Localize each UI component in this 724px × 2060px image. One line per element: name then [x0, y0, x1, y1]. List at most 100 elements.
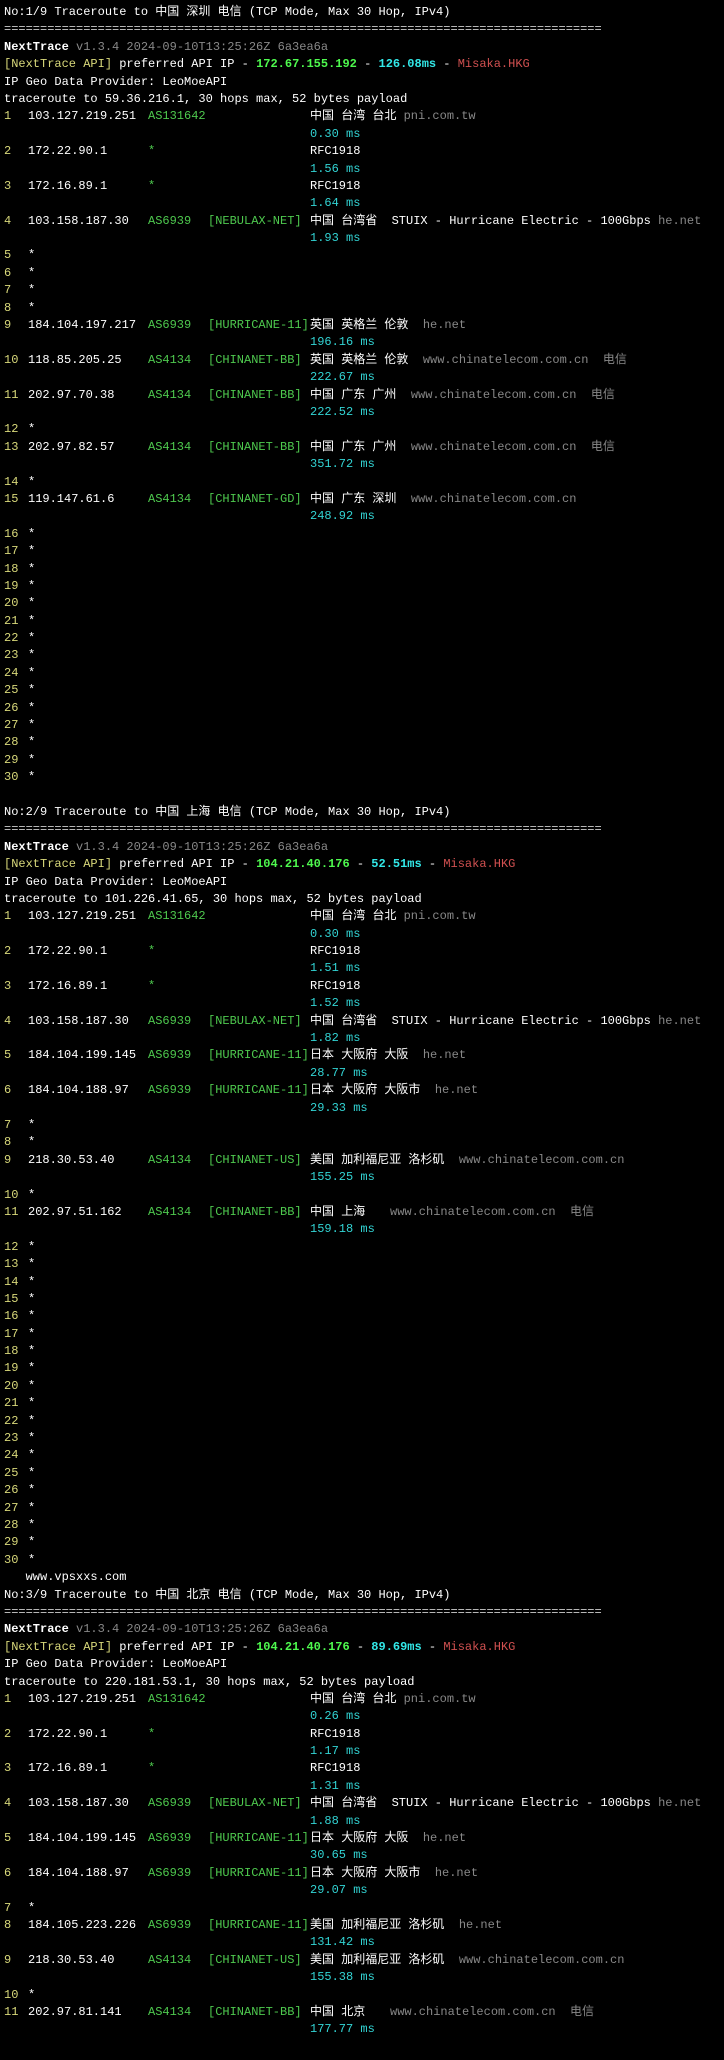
hop-ip: *: [28, 1117, 148, 1134]
hop-net: [CHINANET-BB]: [208, 387, 310, 404]
hop-num: 28: [4, 1517, 28, 1534]
hop-ip: 184.104.188.97: [28, 1082, 148, 1099]
version-line: NextTrace v1.3.4 2024-09-10T13:25:26Z 6a…: [4, 839, 720, 856]
hop-as: *: [148, 178, 208, 195]
blank-line: [4, 2039, 720, 2056]
hop-row: 20*: [4, 595, 720, 612]
hop-geo: 中国 北京: [310, 2004, 390, 2021]
geo-provider: IP Geo Data Provider: LeoMoeAPI: [4, 74, 720, 91]
hop-row: 9218.30.53.40AS4134[CHINANET-US]美国 加利福尼亚…: [4, 1952, 720, 1969]
hop-ip: 118.85.205.25: [28, 352, 148, 369]
hop-ip: 172.16.89.1: [28, 1760, 148, 1777]
hop-row: 9184.104.197.217AS6939[HURRICANE-11]英国 英…: [4, 317, 720, 334]
hop-row: 14*: [4, 1274, 720, 1291]
hop-geo: 中国 广东 广州: [310, 387, 411, 404]
hop-num: 4: [4, 213, 28, 230]
hop-geo: RFC1918: [310, 143, 390, 160]
hop-num: 18: [4, 561, 28, 578]
hop-host: pni.com.tw: [404, 1691, 476, 1708]
hop-as: AS6939: [148, 213, 208, 230]
hop-ip: 202.97.81.141: [28, 2004, 148, 2021]
hop-latency-row: 131.42 ms: [4, 1934, 720, 1951]
hop-latency: 222.67 ms: [310, 369, 375, 386]
hop-ip: *: [28, 1134, 148, 1151]
hop-ip: *: [28, 647, 148, 664]
hop-num: 24: [4, 1447, 28, 1464]
hop-row: 25*: [4, 1465, 720, 1482]
hop-latency-row: 1.51 ms: [4, 960, 720, 977]
hop-num: 26: [4, 700, 28, 717]
hop-latency-row: 29.33 ms: [4, 1100, 720, 1117]
hop-latency-row: 1.88 ms: [4, 1813, 720, 1830]
hop-ip: *: [28, 595, 148, 612]
hop-latency-row: 1.93 ms: [4, 230, 720, 247]
hop-num: 3: [4, 1760, 28, 1777]
hop-geo: RFC1918: [310, 1760, 390, 1777]
hop-host: www.chinatelecom.com.cn 电信: [411, 387, 615, 404]
hop-geo: 中国 台湾省 STUIX - Hurricane Electric - 100G…: [310, 1795, 658, 1812]
hop-as: *: [148, 978, 208, 995]
hop-ip: *: [28, 734, 148, 751]
hop-as: AS4134: [148, 1952, 208, 1969]
hop-ip: *: [28, 1256, 148, 1273]
hop-latency-row: 248.92 ms: [4, 508, 720, 525]
hop-row: 24*: [4, 1447, 720, 1464]
hop-latency: 1.88 ms: [310, 1813, 360, 1830]
hop-as: AS4134: [148, 352, 208, 369]
app-name: NextTrace: [4, 40, 69, 54]
hop-host: www.chinatelecom.com.cn 电信: [423, 352, 627, 369]
hop-ip: *: [28, 474, 148, 491]
hop-host: he.net: [423, 1047, 466, 1064]
api-ms: 52.51ms: [371, 857, 421, 871]
hop-row: 3172.16.89.1*RFC1918: [4, 978, 720, 995]
hop-latency-row: 1.17 ms: [4, 1743, 720, 1760]
hop-geo: 中国 上海: [310, 1204, 390, 1221]
hop-latency: 0.30 ms: [310, 926, 360, 943]
hop-as: *: [148, 1760, 208, 1777]
hop-num: 4: [4, 1795, 28, 1812]
hop-ip: *: [28, 1291, 148, 1308]
hop-host: he.net: [459, 1917, 502, 1934]
hop-row: 12*: [4, 421, 720, 438]
hop-ip: 119.147.61.6: [28, 491, 148, 508]
hop-row: 4103.158.187.30AS6939[NEBULAX-NET]中国 台湾省…: [4, 1795, 720, 1812]
hop-num: 19: [4, 578, 28, 595]
hop-row: 6184.104.188.97AS6939[HURRICANE-11]日本 大阪…: [4, 1082, 720, 1099]
hop-latency-row: 351.72 ms: [4, 456, 720, 473]
hop-row: 22*: [4, 1413, 720, 1430]
hop-latency-row: 155.38 ms: [4, 1969, 720, 1986]
hop-ip: 103.127.219.251: [28, 908, 148, 925]
hop-ip: *: [28, 665, 148, 682]
hop-num: 23: [4, 647, 28, 664]
hop-num: 22: [4, 1413, 28, 1430]
api-pop: Misaka.HKG: [458, 57, 530, 71]
hop-ip: *: [28, 1987, 148, 2004]
hop-net: [HURRICANE-11]: [208, 1830, 310, 1847]
hop-row: 3172.16.89.1* RFC1918: [4, 1760, 720, 1777]
hop-as: AS4134: [148, 387, 208, 404]
hop-latency: 177.77 ms: [310, 2021, 375, 2038]
hop-row: 22*: [4, 630, 720, 647]
hop-row: 19*: [4, 578, 720, 595]
hop-ip: 202.97.82.57: [28, 439, 148, 456]
hop-as: AS4134: [148, 1204, 208, 1221]
hop-ip: *: [28, 1413, 148, 1430]
hop-host: www.chinatelecom.com.cn 电信: [390, 2004, 594, 2021]
hop-row: 19*: [4, 1360, 720, 1377]
hop-geo: 中国 广东 广州: [310, 439, 411, 456]
hop-num: 16: [4, 1308, 28, 1325]
hop-as: *: [148, 1726, 208, 1743]
hop-ip: 172.22.90.1: [28, 943, 148, 960]
hop-as: *: [148, 143, 208, 160]
hop-num: 14: [4, 1274, 28, 1291]
hop-ip: 172.16.89.1: [28, 978, 148, 995]
hop-ip: *: [28, 1360, 148, 1377]
hop-row: 20*: [4, 1378, 720, 1395]
hop-ip: *: [28, 1447, 148, 1464]
hop-latency: 29.33 ms: [310, 1100, 368, 1117]
hop-row: 6*: [4, 265, 720, 282]
hop-net: [NEBULAX-NET]: [208, 213, 310, 230]
hop-row: 28*: [4, 734, 720, 751]
app-name: NextTrace: [4, 840, 69, 854]
hop-ip: *: [28, 1430, 148, 1447]
